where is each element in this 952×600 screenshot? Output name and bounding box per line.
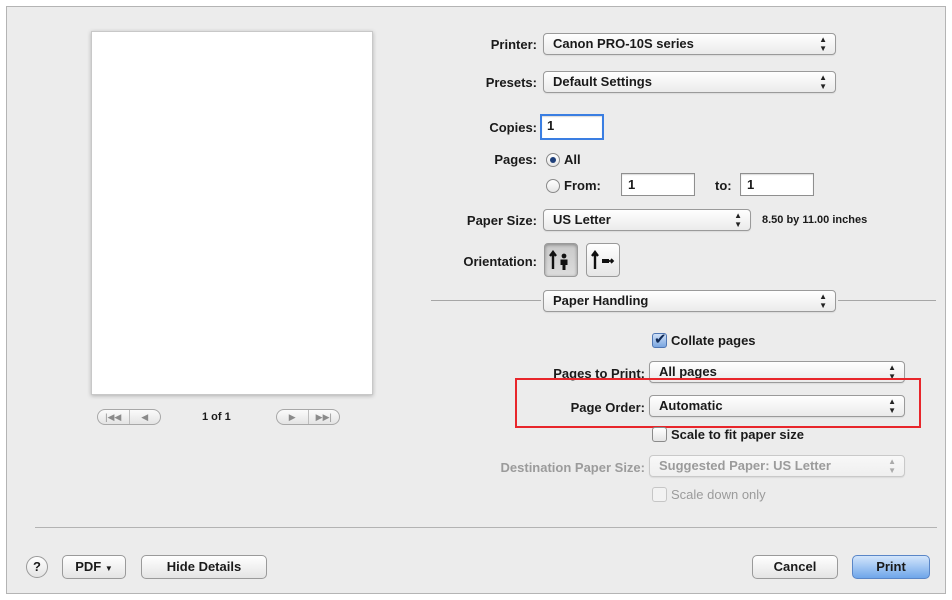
previous-page-icon[interactable]: ◀ [128,410,161,424]
pdf-menu-button[interactable]: PDF ▼ [62,555,126,579]
popup-arrows-icon: ▲ ▼ [819,292,827,310]
paper-size-value: US Letter [553,212,611,227]
page-preview [91,31,373,395]
scale-down-label: Scale down only [671,487,766,502]
copies-field[interactable]: 1 [540,114,604,140]
pages-all-radio[interactable] [546,153,560,167]
presets-value: Default Settings [553,74,652,89]
destination-paper-value: Suggested Paper: US Letter [659,458,831,473]
popup-arrows-icon: ▲ ▼ [888,457,896,475]
scale-to-fit-checkbox[interactable] [652,427,667,442]
help-button[interactable]: ? [26,556,48,578]
pages-label: Pages: [494,152,537,167]
footer-divider [35,527,937,528]
chevron-down-icon: ▼ [104,564,113,573]
page-order-highlight-box [515,378,921,428]
destination-paper-popup[interactable]: Suggested Paper: US Letter ▲ ▼ [649,455,905,477]
scale-down-checkbox[interactable] [652,487,667,502]
paper-size-label: Paper Size: [466,213,537,228]
page-indicator: 1 of 1 [202,411,231,423]
pages-all-label: All [564,152,581,167]
pages-to-print-value: All pages [659,364,717,379]
section-divider-left [431,300,541,301]
printer-label: Printer: [490,37,537,52]
paper-size-popup[interactable]: US Letter ▲ ▼ [543,209,751,231]
popup-arrows-icon: ▲ ▼ [734,211,742,229]
next-page-icon[interactable]: ▶ [277,410,308,424]
section-divider-right [838,300,936,301]
portrait-orientation-icon [549,250,568,270]
paper-size-dimensions: 8.50 by 11.00 inches [762,214,868,226]
pages-to-field[interactable]: 1 [740,173,814,196]
pages-to-label: to: [715,178,732,193]
preview-back-nav[interactable]: |◀◀ ◀ [97,409,161,425]
last-page-icon[interactable]: ▶▶| [307,410,340,424]
pages-from-label: From: [564,178,601,193]
orientation-label: Orientation: [463,254,537,269]
orientation-landscape-button[interactable] [586,243,620,277]
collate-label: Collate pages [671,333,756,348]
pdf-label: PDF [75,559,102,574]
preview-forward-nav[interactable]: ▶ ▶▶| [276,409,340,425]
print-button[interactable]: Print [852,555,930,579]
presets-label: Presets: [485,75,537,90]
destination-paper-label: Destination Paper Size: [500,460,645,475]
printer-value: Canon PRO-10S series [553,36,694,51]
first-page-icon[interactable]: |◀◀ [98,410,129,424]
scale-to-fit-label: Scale to fit paper size [671,427,804,442]
collate-checkbox[interactable] [652,330,667,348]
printer-popup[interactable]: Canon PRO-10S series ▲ ▼ [543,33,836,55]
landscape-orientation-icon [591,250,615,269]
popup-arrows-icon: ▲ ▼ [819,35,827,53]
popup-arrows-icon: ▲ ▼ [819,73,827,91]
hide-details-button[interactable]: Hide Details [141,555,267,579]
copies-label: Copies: [489,120,537,135]
cancel-button[interactable]: Cancel [752,555,838,579]
pages-from-field[interactable]: 1 [621,173,695,196]
presets-popup[interactable]: Default Settings ▲ ▼ [543,71,836,93]
orientation-portrait-button[interactable] [544,243,578,277]
print-dialog: |◀◀ ◀ 1 of 1 ▶ ▶▶| Printer: Canon PRO-10… [6,6,946,594]
pages-range-radio[interactable] [546,179,560,193]
section-popup[interactable]: Paper Handling ▲ ▼ [543,290,836,312]
section-value: Paper Handling [553,293,649,308]
